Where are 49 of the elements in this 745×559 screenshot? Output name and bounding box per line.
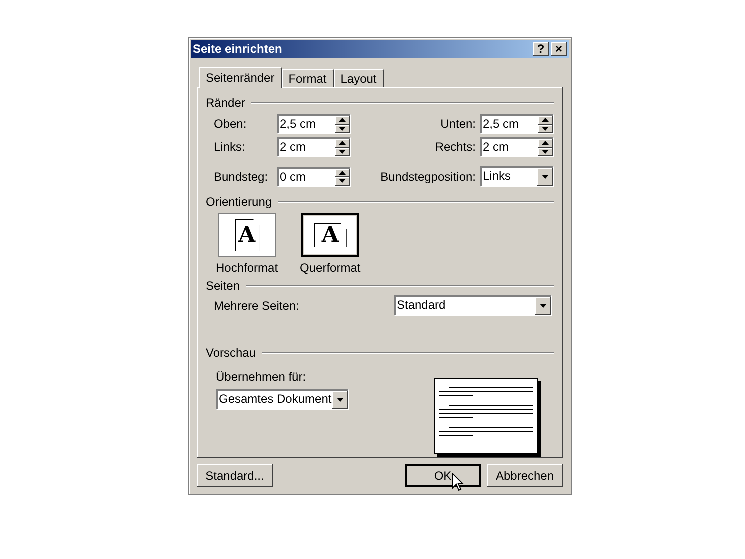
- option-label: Hochformat: [216, 260, 278, 277]
- spin-field[interactable]: 2 cm: [277, 137, 351, 157]
- landscape-page-icon: A: [314, 222, 347, 248]
- up-arrow-icon: [339, 141, 346, 146]
- group-title: Ränder: [206, 96, 246, 110]
- field-label: Bundsteg:: [214, 168, 270, 186]
- down-arrow-icon: [542, 126, 549, 131]
- dialog-button[interactable]: Abbrechen: [487, 464, 563, 487]
- field-label: Oben:: [214, 116, 248, 133]
- help-button[interactable]: ?: [533, 42, 549, 56]
- group-title: Vorschau: [206, 346, 256, 360]
- window-title: Seite einrichten: [193, 41, 284, 58]
- portrait-page-icon: A: [234, 218, 260, 252]
- orientation-option[interactable]: A: [301, 213, 360, 257]
- dialog-button[interactable]: Standard...: [197, 464, 273, 487]
- option-label: Querformat: [300, 260, 361, 277]
- group-title: Seiten: [206, 279, 240, 293]
- up-arrow-icon: [339, 170, 346, 175]
- tab[interactable]: Seitenränder: [199, 67, 282, 88]
- spin-field[interactable]: 2,5 cm: [480, 114, 554, 134]
- spin-field[interactable]: 2,5 cm: [277, 114, 351, 134]
- field-label: Unten:: [440, 116, 476, 133]
- tab[interactable]: Layout: [334, 69, 384, 87]
- up-arrow-icon: [542, 118, 549, 122]
- up-arrow-icon: [542, 141, 549, 146]
- mouse-pointer-icon: [452, 473, 464, 492]
- down-arrow-icon: [336, 398, 344, 402]
- dialog-button[interactable]: OK: [405, 464, 481, 487]
- down-arrow-icon: [339, 126, 346, 131]
- tab[interactable]: Format: [282, 69, 334, 87]
- field-label: Bundstegposition:: [380, 168, 476, 186]
- spin-field[interactable]: 2 cm: [480, 137, 554, 157]
- group-title: Orientierung: [206, 195, 272, 209]
- field-label: Übernehmen für:: [216, 369, 308, 386]
- down-arrow-icon: [339, 150, 346, 154]
- down-arrow-icon: [542, 175, 548, 179]
- down-arrow-icon: [542, 150, 549, 154]
- field-label: Links:: [214, 139, 246, 156]
- down-arrow-icon: [540, 304, 546, 308]
- spin-field[interactable]: 0 cm: [277, 166, 351, 186]
- dropdown[interactable]: Links: [480, 166, 554, 187]
- orientation-option[interactable]: A: [218, 213, 276, 257]
- close-button[interactable]: ×: [551, 42, 567, 56]
- dropdown[interactable]: Gesamtes Dokument: [216, 389, 349, 410]
- field-label: Rechts:: [435, 139, 476, 156]
- field-label: Mehrere Seiten:: [214, 298, 300, 314]
- dropdown[interactable]: Standard: [394, 295, 552, 316]
- up-arrow-icon: [339, 118, 346, 122]
- down-arrow-icon: [339, 179, 346, 184]
